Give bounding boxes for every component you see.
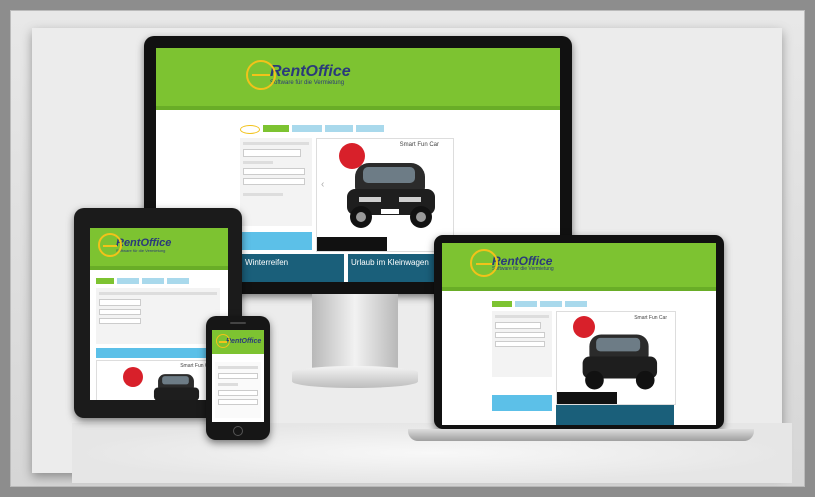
scene: RentOffice Software für die Vermietung S… <box>32 28 792 483</box>
tablet-logo-tagline: Software für die Vermietung <box>116 247 166 253</box>
tablet-tab-3[interactable] <box>142 278 164 284</box>
booking-form <box>240 138 312 226</box>
phone-station-select[interactable] <box>218 373 258 379</box>
laptop: RentOffice Software für die Vermietung S… <box>408 235 754 459</box>
tablet-header: RentOffice Software für die Vermietung <box>90 228 228 270</box>
phone-booking-form <box>215 362 261 418</box>
laptop-car-image <box>582 334 658 390</box>
promo-title: Smart Fun Car <box>399 142 439 148</box>
laptop-tab-3[interactable] <box>540 301 562 307</box>
booking-tabs <box>240 125 384 134</box>
laptop-logo: RentOffice Software für die Vermietung <box>470 249 554 277</box>
phone-logo: RentOffice <box>216 334 261 348</box>
tablet-date-to[interactable] <box>99 318 141 324</box>
monitor-stand-base <box>292 366 418 388</box>
tablet-search-button[interactable] <box>96 348 220 358</box>
laptop-tile[interactable] <box>556 405 674 425</box>
tab-3[interactable] <box>325 125 353 132</box>
laptop-header: RentOffice Software für die Vermietung <box>442 243 716 291</box>
tablet-station-select[interactable] <box>99 299 141 306</box>
tablet-booking-form <box>96 288 220 344</box>
search-button[interactable] <box>240 232 312 250</box>
phone-logo-name: RentOffice <box>226 337 262 345</box>
tile-winterreifen[interactable]: Winterreifen <box>242 254 344 282</box>
laptop-logo-name: RentOffice <box>492 253 553 268</box>
tablet-date-from[interactable] <box>99 309 141 315</box>
laptop-search-button[interactable] <box>492 395 552 411</box>
tile-winterreifen-title: Winterreifen <box>245 258 289 267</box>
promo-caption <box>317 237 387 251</box>
mini-logo-icon <box>240 125 260 134</box>
laptop-logo-ring-icon <box>470 249 498 277</box>
tablet-logo-ring-icon <box>98 233 122 257</box>
laptop-screen: RentOffice Software für die Vermietung S… <box>442 243 716 425</box>
tablet-tab-2[interactable] <box>117 278 139 284</box>
logo-tagline: Software für die Vermietung <box>270 80 345 86</box>
laptop-promo: Smart Fun Car <box>556 311 676 405</box>
laptop-tab-1[interactable] <box>492 301 512 307</box>
phone-speaker <box>230 322 246 324</box>
tab-4[interactable] <box>356 125 384 132</box>
chevron-left-icon[interactable]: ‹ <box>321 179 324 190</box>
laptop-station-select[interactable] <box>495 322 541 329</box>
phone-header: RentOffice <box>212 330 264 354</box>
smartphone: RentOffice <box>206 316 270 440</box>
laptop-base <box>408 429 754 441</box>
tab-1[interactable] <box>263 125 289 132</box>
phone-screen: RentOffice <box>212 330 264 422</box>
laptop-tabs <box>492 301 587 307</box>
monitor-stand-neck <box>312 294 398 370</box>
phone-date-to[interactable] <box>218 399 258 405</box>
car-image <box>347 163 435 228</box>
phone-logo-ring-icon <box>216 334 230 348</box>
picture-frame: RentOffice Software für die Vermietung S… <box>10 10 805 487</box>
laptop-booking-form <box>492 311 552 377</box>
tablet-tab-4[interactable] <box>167 278 189 284</box>
tablet-car-image <box>153 374 200 400</box>
site-header: RentOffice Software für die Vermietung <box>156 48 560 110</box>
tablet-tab-1[interactable] <box>96 278 114 284</box>
laptop-tab-4[interactable] <box>565 301 587 307</box>
phone-date-from[interactable] <box>218 390 258 396</box>
tablet-promo: Smart Fun Car <box>96 360 222 400</box>
station-select[interactable] <box>243 149 301 157</box>
date-to[interactable] <box>243 178 305 185</box>
laptop-logo-tagline: Software für die Vermietung <box>492 265 554 272</box>
tab-2[interactable] <box>292 125 322 132</box>
laptop-tab-2[interactable] <box>515 301 537 307</box>
laptop-date-to[interactable] <box>495 341 545 347</box>
tablet-tabs <box>96 278 189 284</box>
logo: RentOffice Software für die Vermietung <box>246 60 351 90</box>
laptop-date-from[interactable] <box>495 332 545 338</box>
date-from[interactable] <box>243 168 305 175</box>
phone-home-button[interactable] <box>233 426 243 436</box>
tablet-logo: RentOffice Software für die Vermietung <box>98 233 171 257</box>
tablet-logo-name: RentOffice <box>116 236 172 249</box>
logo-name: RentOffice <box>270 63 351 80</box>
laptop-promo-title: Smart Fun Car <box>634 315 667 321</box>
tablet-offer-badge <box>123 367 143 387</box>
laptop-promo-caption <box>557 392 617 404</box>
logo-ring-icon <box>246 60 276 90</box>
